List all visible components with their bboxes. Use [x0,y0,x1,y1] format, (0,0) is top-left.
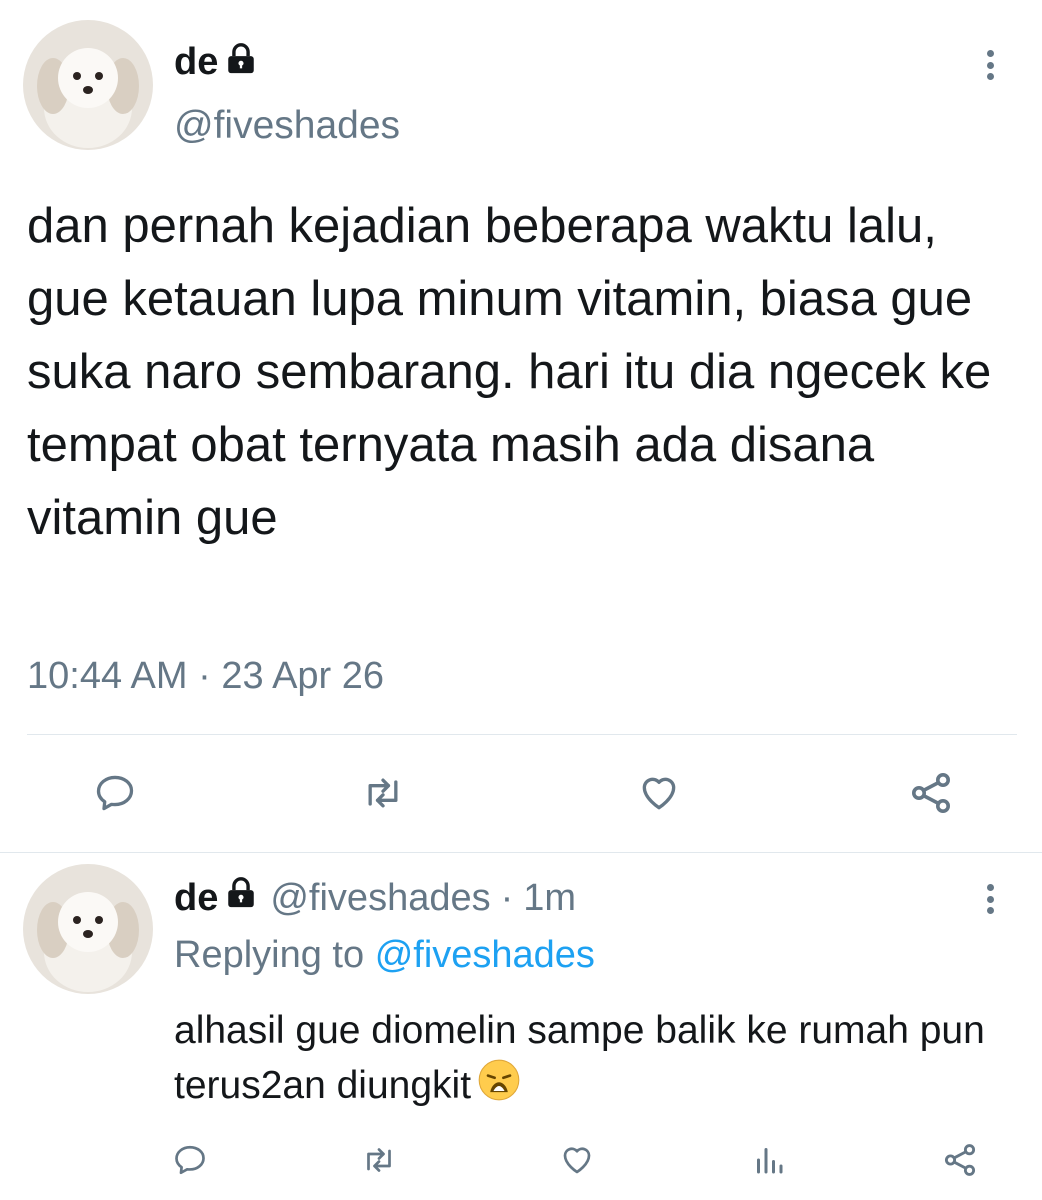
reply-reply-button[interactable] [155,1130,225,1190]
reply-text: alhasil gue diomelin sampe balik ke ruma… [174,1009,985,1107]
like-button[interactable] [624,763,694,823]
reply-analytics-button[interactable] [734,1130,804,1190]
reply-handle[interactable]: @fiveshades [270,877,490,920]
more-vertical-icon[interactable] [980,50,1000,80]
analytics-icon [757,1148,783,1174]
author-avatar[interactable] [23,20,153,150]
reply-header: de @fiveshades · 1m [174,876,576,920]
reply-separator: · [500,876,514,919]
tweet-date: 23 Apr 26 [221,655,385,697]
author-name-row: de [174,42,258,81]
tweet-timestamp: 10:44 AM · 23 Apr 26 [27,655,384,698]
reply-share-button[interactable] [925,1130,995,1190]
divider [27,734,1017,735]
reply-age: 1m [523,876,577,919]
tweet-time: 10:44 AM [27,655,188,697]
reply-text-block: alhasil gue diomelin sampe balik ke ruma… [174,1003,1014,1117]
share-button[interactable] [896,763,966,823]
tweet-text: dan pernah kejadian beberapa waktu lalu,… [27,199,992,545]
replying-to: Replying to @fiveshades [174,934,595,977]
reply-retweet-button[interactable] [344,1130,414,1190]
reply-display-name[interactable]: de [174,879,218,917]
more-vertical-icon[interactable] [980,884,1000,914]
author-handle[interactable]: @fiveshades [174,104,400,148]
reply-button[interactable] [80,763,150,823]
reply-author-avatar[interactable] [23,864,153,994]
share-icon [912,773,950,813]
replying-to-prefix: Replying to [174,934,365,976]
reply-like-button[interactable] [542,1130,612,1190]
retweet-icon [368,778,398,808]
author-display-name[interactable]: de [174,43,218,81]
retweet-icon [367,1148,391,1172]
reply-icon [175,1145,205,1175]
timestamp-separator: · [198,655,211,697]
retweet-button[interactable] [348,763,418,823]
share-icon [944,1144,976,1176]
reply-icon [96,775,134,811]
heart-icon [642,777,676,810]
heart-icon [563,1147,591,1174]
lock-icon [224,42,258,81]
lock-icon [224,876,258,920]
weary-face-emoji [477,1058,521,1117]
replying-to-link[interactable]: @fiveshades [375,934,595,976]
divider [0,852,1042,853]
